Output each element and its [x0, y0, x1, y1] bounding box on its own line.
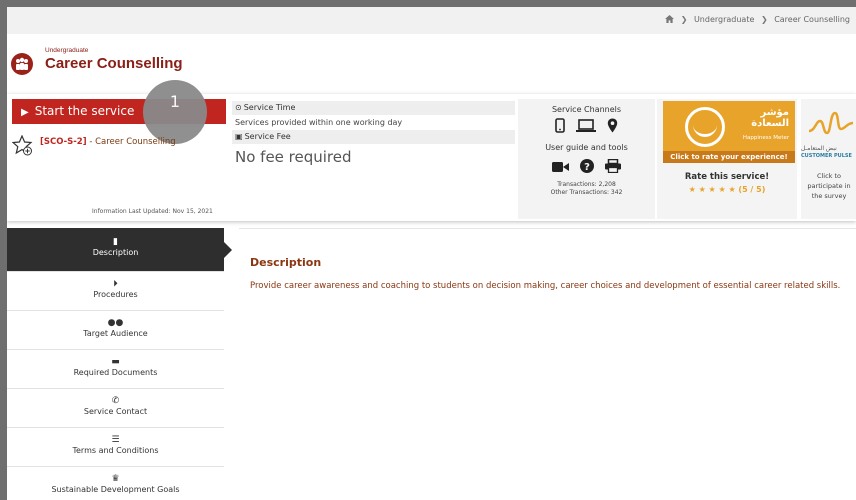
sidebar-item-service-contact[interactable]: ✆ Service Contact [7, 389, 224, 428]
service-code-name: - Career Counselling [89, 137, 176, 147]
sidebar-item-label: Target Audience [83, 329, 148, 338]
other-transactions-count: Other Transactions: 342 [550, 189, 623, 196]
happiness-meter-banner[interactable]: مؤشر السعادة Happiness Meter Click to ra… [663, 101, 795, 163]
customer-pulse-cta: Click to participate in the survey [807, 172, 851, 200]
brand-logo-icon [11, 53, 33, 75]
service-fee-value: No fee required [235, 148, 352, 166]
breadcrumb-link-undergraduate[interactable]: Undergraduate [694, 15, 754, 24]
print-icon[interactable] [605, 158, 622, 177]
breadcrumb-link-career-counselling[interactable]: Career Counselling [774, 15, 850, 24]
sidebar-item-description[interactable]: ▮ Description [7, 228, 232, 272]
service-time-label: Service Time [243, 103, 296, 112]
happiness-english-title: Happiness Meter [742, 135, 790, 141]
sidebar-item-label: Terms and Conditions [72, 446, 159, 455]
happiness-arabic-title: مؤشر السعادة [751, 107, 789, 129]
service-channels-title: Service Channels [551, 105, 622, 114]
happiness-meter: مؤشر السعادة Happiness Meter Click to ra… [657, 99, 797, 219]
content-title: Description [250, 256, 322, 269]
sidebar-item-sustainable-development-goals[interactable]: ♛ Sustainable Development Goals [7, 467, 224, 500]
transactions-count: Transactions: 2,208 [557, 181, 616, 188]
chevron-right-icon: ❯ [760, 15, 768, 24]
phone-icon: ✆ [111, 396, 120, 406]
service-code-id: [SCO-S-2] [40, 137, 87, 147]
sidebar-item-terms-and-conditions[interactable]: ☰ Terms and Conditions [7, 428, 224, 467]
content-divider [239, 228, 856, 229]
last-updated-text: Information Last Updated: Nov 15, 2021 [92, 208, 213, 215]
star-icons: ★ ★ ★ ★ ★ [688, 185, 736, 194]
customer-pulse-english: CUSTOMER PULSE [801, 153, 852, 159]
sidebar-item-label: Description [92, 248, 139, 257]
channel-icons [518, 118, 655, 134]
rating-score: (5 / 5) [738, 185, 766, 194]
help-question-icon[interactable]: ? [580, 158, 594, 177]
sidebar-item-procedures[interactable]: ⏵ Procedures [7, 272, 224, 311]
clock-icon: ⊙ [235, 103, 242, 112]
customer-pulse[interactable]: نبض المتعامـل CUSTOMER PULSE Click to pa… [801, 99, 856, 219]
sidebar-item-label: Service Contact [83, 407, 148, 416]
file-icon: ▮ [113, 237, 118, 247]
service-code: [SCO-S-2] - Career Counselling [40, 137, 176, 147]
customer-pulse-logo-icon [807, 107, 855, 145]
service-channels: Service Channels User guide and tools ? … [518, 99, 655, 219]
page: ❯ Undergraduate ❯ Career Counselling Und… [7, 7, 856, 500]
sidebar-item-label: Procedures [93, 290, 138, 299]
service-time-fee: ⊙ Service Time Services provided within o… [232, 101, 515, 166]
user-guide-title: User guide and tools [545, 143, 628, 152]
laptop-icon[interactable] [576, 118, 596, 137]
sidebar-item-target-audience[interactable]: ●● Target Audience [7, 311, 224, 350]
guide-icons: ? [518, 158, 655, 174]
rate-service-label: Rate this service! [684, 172, 770, 182]
content-description: Provide career awareness and coaching to… [250, 281, 841, 291]
folder-icon: ▬ [111, 357, 120, 367]
users-icon: ●● [107, 318, 124, 328]
play-icon: ▶ [21, 107, 29, 118]
service-fee-label: Service Fee [244, 132, 291, 141]
mobile-icon[interactable] [555, 118, 565, 137]
home-icon[interactable] [665, 15, 677, 24]
customer-pulse-arabic: نبض المتعامـل [801, 145, 837, 152]
start-service-label: Start the service [34, 104, 135, 118]
list-icon: ☰ [111, 435, 120, 445]
video-camera-icon[interactable] [551, 158, 569, 177]
sidebar-item-label: Sustainable Development Goals [51, 485, 180, 494]
trophy-icon: ♛ [111, 474, 120, 484]
sidebar-item-required-documents[interactable]: ▬ Required Documents [7, 350, 224, 389]
page-title: Career Counselling [45, 55, 183, 72]
money-icon: ▣ [235, 132, 243, 141]
location-pin-icon[interactable] [607, 118, 618, 137]
sidebar-nav: ▮ Description ⏵ Procedures ●● Target Aud… [7, 228, 232, 500]
service-time-value: Services provided within one working day [235, 118, 403, 127]
add-favorite-star-icon[interactable] [11, 134, 34, 161]
breadcrumb: ❯ Undergraduate ❯ Career Counselling [7, 7, 856, 34]
brand-subtitle: Undergraduate [45, 47, 89, 54]
rating-stars: ★ ★ ★ ★ ★ (5 / 5) [657, 185, 797, 194]
step-icon: ⏵ [113, 279, 118, 289]
chevron-right-icon: ❯ [680, 15, 688, 24]
service-fee-label-row: ▣ Service Fee [232, 130, 515, 144]
sidebar-item-label: Required Documents [73, 368, 158, 377]
svg-text:?: ? [584, 162, 590, 173]
rate-experience-link[interactable]: Click to rate your experience! [663, 151, 795, 163]
service-time-label-row: ⊙ Service Time [232, 101, 515, 115]
step-number-badge: 1 [143, 80, 207, 144]
